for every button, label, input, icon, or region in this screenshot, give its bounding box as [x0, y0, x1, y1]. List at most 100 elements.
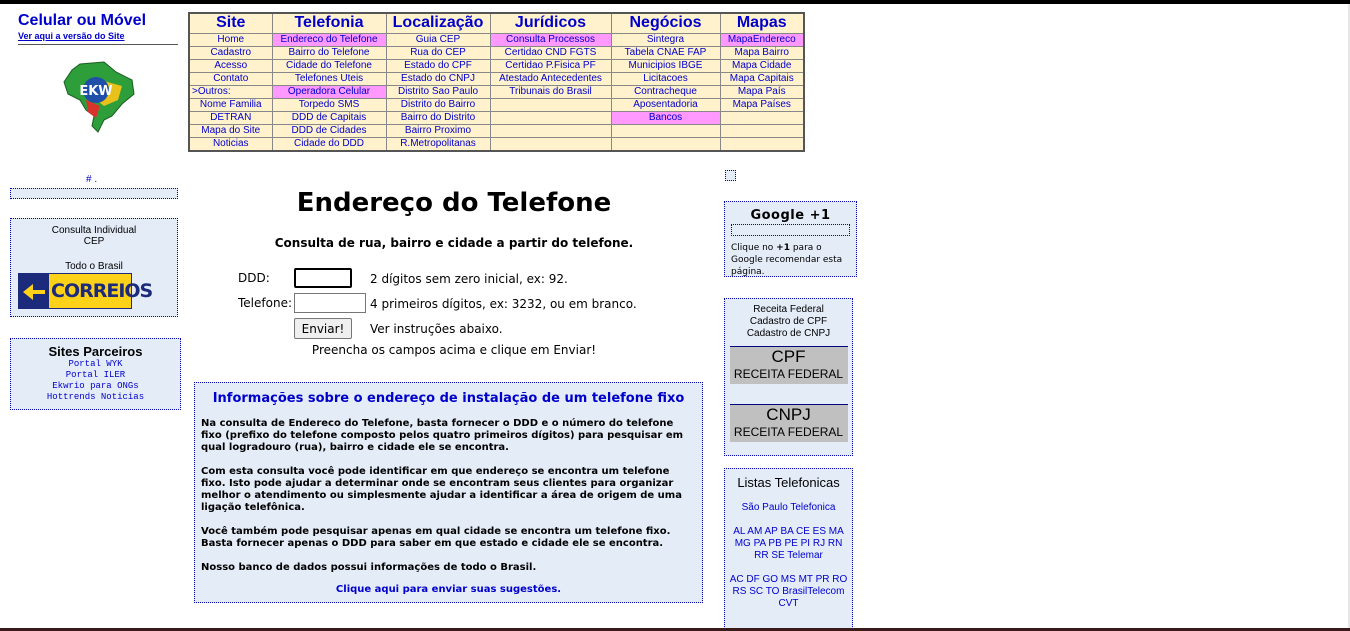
partner-link-portal-wyk[interactable]: Portal WYK: [11, 359, 180, 370]
menu-link-bairro-distrito[interactable]: Bairro do Distrito: [385, 110, 491, 125]
google-plus-text: Clique no +1 para o Google recomendar es…: [731, 243, 843, 277]
cnpj-button[interactable]: CNPJ RECEITA FEDERAL: [729, 404, 848, 442]
partner-link-ekwrio[interactable]: Ekwrio para ONGs: [11, 381, 180, 392]
lista-link-telemar[interactable]: AL AM AP BA CE ES MA MG PA PB PE PI RJ R…: [725, 526, 852, 562]
menu-link-endereco-telefone[interactable]: Endereco do Telefone: [271, 32, 387, 47]
menu-header-site[interactable]: Site: [188, 12, 273, 34]
menu-link-contracheque[interactable]: Contracheque: [610, 84, 721, 99]
lista-link-brasiltelecom[interactable]: AC DF GO MS MT PR RO RS SC TO BrasilTele…: [725, 574, 852, 610]
menu-link-aposentadoria[interactable]: Aposentadoria: [610, 97, 721, 112]
info-paragraph-3: Você também pode pesquisar apenas em qua…: [201, 526, 671, 549]
menu-link-certidao-fgts[interactable]: Certidao CND FGTS: [489, 45, 612, 60]
partner-link-portal-iler[interactable]: Portal ILER: [11, 370, 180, 381]
menu-header-localizacao[interactable]: Localização: [385, 12, 491, 34]
hash-link[interactable]: # .: [86, 174, 97, 185]
menu-link-cidade-ddd[interactable]: Cidade do DDD: [271, 136, 387, 151]
menu-link-r-metropolitanas[interactable]: R.Metropolitanas: [385, 136, 491, 151]
menu-link-detran[interactable]: DETRAN: [188, 110, 273, 125]
menu-link-municipios-ibge[interactable]: Municipios IBGE: [610, 58, 721, 73]
menu-link-bairro-proximo[interactable]: Bairro Proximo: [385, 123, 491, 138]
phone-input[interactable]: [294, 293, 366, 313]
menu-empty-cell: [489, 97, 612, 112]
listas-title: Listas Telefonicas: [737, 475, 840, 490]
menu-link-ddd-cidades[interactable]: DDD de Cidades: [271, 123, 387, 138]
menu-link-operadora-celular[interactable]: Operadora Celular: [271, 84, 387, 99]
menu-link-torpedo-sms[interactable]: Torpedo SMS: [271, 97, 387, 112]
cpf-button[interactable]: CPF RECEITA FEDERAL: [729, 346, 848, 384]
menu-link-sintegra[interactable]: Sintegra: [610, 32, 721, 47]
google-plus-box: Google +1 Clique no +1 para o Google rec…: [724, 201, 857, 277]
menu-link-home[interactable]: Home: [188, 32, 273, 47]
correios-logo-button[interactable]: CORREIOS: [18, 273, 153, 309]
info-box: Informações sobre o endereço de instalaç…: [194, 382, 703, 603]
menu-link-tribunais[interactable]: Tribunais do Brasil: [489, 84, 612, 99]
menu-link-contato[interactable]: Contato: [188, 71, 273, 86]
cep-line-3: Todo o Brasil: [65, 261, 123, 272]
menu-link-mapa-capitais[interactable]: Mapa Capitais: [719, 71, 805, 86]
left-empty-box: [10, 188, 178, 199]
info-paragraph-4: Nosso banco de dados possui informações …: [201, 562, 537, 573]
menu-link-licitacoes[interactable]: Licitacoes: [610, 71, 721, 86]
listas-telefonicas-box: Listas Telefonicas São Paulo Telefonica …: [724, 468, 853, 631]
menu-header-mapas[interactable]: Mapas: [719, 12, 805, 34]
brand-block: Celular ou Móvel Ver aqui a versão do Si…: [18, 12, 178, 45]
menu-link-tabela-cnae[interactable]: Tabela CNAE FAP: [610, 45, 721, 60]
phone-label: Telefone:: [238, 296, 292, 310]
menu-link-cidade-telefone[interactable]: Cidade do Telefone: [271, 58, 387, 73]
page-title: Endereço do Telefone: [296, 188, 612, 218]
menu-link-guia-cep[interactable]: Guia CEP: [385, 32, 491, 47]
google-plus-title: Google +1: [750, 208, 831, 223]
menu-empty-cell: [489, 110, 612, 125]
menu-link-cadastro[interactable]: Cadastro: [188, 45, 273, 60]
info-paragraph-1: Na consulta de Endereco do Telefone, bas…: [201, 418, 684, 453]
submit-button[interactable]: Enviar!: [294, 318, 352, 339]
google-plus-button[interactable]: [731, 224, 850, 236]
menu-link-telefones-uteis[interactable]: Telefones Uteis: [271, 71, 387, 86]
partners-box: Sites Parceiros Portal WYK Portal ILER E…: [10, 338, 181, 410]
lista-link-sao-paulo[interactable]: São Paulo Telefonica: [725, 502, 852, 514]
menu-link-mapa-cidade[interactable]: Mapa Cidade: [719, 58, 805, 73]
form-note: Preencha os campos acima e clique em Env…: [311, 343, 597, 357]
receita-text: Receita Federal Cadastro de CPF Cadastro…: [746, 304, 831, 339]
suggestion-link[interactable]: Clique aqui para enviar suas sugestões.: [201, 584, 696, 595]
menu-empty-cell: [719, 110, 805, 125]
menu-link-distrito-sp[interactable]: Distrito Sao Paulo: [385, 84, 491, 99]
ddd-hint: 2 dígitos sem zero inicial, ex: 92.: [370, 272, 568, 286]
menu-header-negocios[interactable]: Negócios: [610, 12, 721, 34]
menu-link-estado-cnpj[interactable]: Estado do CNPJ: [385, 71, 491, 86]
menu-header-telefonia[interactable]: Telefonia: [271, 12, 387, 34]
window-top-border: [0, 0, 1350, 4]
menu-link-acesso[interactable]: Acesso: [188, 58, 273, 73]
menu-header-juridicos[interactable]: Jurídicos: [489, 12, 612, 34]
menu-link-mapa-bairro[interactable]: Mapa Bairro: [719, 45, 805, 60]
partners-title: Sites Parceiros: [48, 344, 143, 359]
menu-link-consulta-processos[interactable]: Consulta Processos: [489, 32, 612, 47]
menu-link-mapa-site[interactable]: Mapa do Site: [188, 123, 273, 138]
receita-federal-box: Receita Federal Cadastro de CPF Cadastro…: [724, 298, 853, 456]
menu-link-certidao-pf[interactable]: Certidao P.Fisica PF: [489, 58, 612, 73]
menu-link-mapa-pais[interactable]: Mapa País: [719, 84, 805, 99]
cpf-button-subtitle: RECEITA FEDERAL: [733, 367, 844, 381]
menu-link-estado-cpf[interactable]: Estado do CPF: [385, 58, 491, 73]
ekw-brazil-logo[interactable]: EKW: [60, 60, 136, 134]
menu-link-rua-cep[interactable]: Rua do CEP: [385, 45, 491, 60]
menu-link-bairro-telefone[interactable]: Bairro do Telefone: [271, 45, 387, 60]
menu-empty-cell: [610, 123, 721, 138]
menu-label-outros: >Outros:: [188, 84, 273, 99]
menu-link-mapa-paises[interactable]: Mapa Países: [719, 97, 805, 112]
ddd-input[interactable]: [294, 268, 352, 288]
cep-line-2: CEP: [83, 236, 105, 247]
partner-link-hottrends[interactable]: Hottrends Noticias: [11, 392, 180, 403]
site-version-link[interactable]: Ver aqui a versão do Site: [18, 30, 178, 45]
menu-link-distrito-bairro[interactable]: Distrito do Bairro: [385, 97, 491, 112]
menu-link-mapa-endereco[interactable]: MapaEndereco: [719, 32, 805, 47]
brand-title-link[interactable]: Celular ou Móvel: [18, 12, 178, 30]
menu-link-bancos[interactable]: Bancos: [610, 110, 721, 125]
menu-empty-cell: [719, 123, 805, 138]
menu-link-noticias[interactable]: Noticias: [188, 136, 273, 151]
menu-link-ddd-capitais[interactable]: DDD de Capitais: [271, 110, 387, 125]
cep-box: Consulta Individual CEP Todo o Brasil CO…: [10, 218, 178, 317]
logo-text: EKW: [79, 84, 112, 99]
menu-link-nome-familia[interactable]: Nome Familia: [188, 97, 273, 112]
menu-link-atestado[interactable]: Atestado Antecedentes: [489, 71, 612, 86]
